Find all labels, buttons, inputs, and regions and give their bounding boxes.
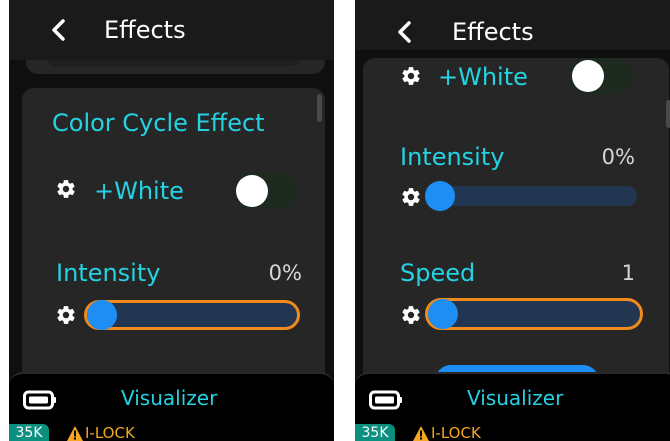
lock-status: I-LOCK: [431, 424, 481, 441]
header-bar: Effects: [355, 0, 670, 50]
lock-status: I-LOCK: [85, 424, 135, 441]
color-cycle-card: Color Cycle Effect +White Intensity 0%: [22, 88, 325, 408]
toggle-knob: [236, 175, 268, 207]
gear-icon: [402, 67, 420, 85]
color-cycle-card: +White Intensity 0% Speed 1: [363, 58, 670, 408]
battery-icon: [369, 390, 402, 410]
intensity-slider[interactable]: [425, 181, 637, 211]
header-bar: Effects: [9, 0, 334, 60]
intensity-value: 0%: [601, 145, 635, 169]
gear-icon: [402, 188, 420, 206]
warning-icon: [67, 426, 83, 441]
section-title: Color Cycle Effect: [52, 109, 265, 137]
color-temp-badge: 35K: [355, 424, 395, 441]
gear-icon: [57, 306, 75, 324]
page-title: Effects: [452, 18, 534, 46]
scrollbar-thumb[interactable]: [666, 100, 670, 128]
white-toggle-switch[interactable]: [569, 58, 635, 94]
chevron-left-icon[interactable]: [393, 20, 417, 44]
effects-screen-right: +White Intensity 0% Speed 1 Effects Visu…: [355, 0, 670, 441]
warning-icon: [413, 426, 429, 441]
speed-label: Speed: [400, 259, 476, 287]
white-toggle-label: +White: [438, 63, 528, 91]
color-temp-badge: 35K: [9, 424, 49, 441]
intensity-label: Intensity: [400, 143, 505, 171]
mode-title: Visualizer: [467, 386, 564, 410]
intensity-slider-knob[interactable]: [87, 300, 117, 330]
scrollbar-thumb[interactable]: [317, 94, 322, 122]
speed-value: 1: [621, 261, 635, 285]
white-toggle-switch[interactable]: [233, 173, 299, 209]
battery-icon: [23, 390, 56, 410]
gear-icon: [402, 306, 420, 324]
effects-screen-left: Effects Color Cycle Effect +White Intens…: [9, 0, 334, 441]
page-title: Effects: [104, 16, 186, 44]
speed-slider[interactable]: [425, 298, 643, 330]
chevron-left-icon[interactable]: [47, 18, 71, 42]
intensity-slider[interactable]: [84, 300, 300, 330]
intensity-slider-knob[interactable]: [425, 181, 455, 211]
footer-bar: Visualizer 35K I-LOCK: [9, 372, 334, 441]
gear-icon: [57, 180, 75, 198]
footer-bar: Visualizer 35K I-LOCK: [355, 372, 670, 441]
intensity-value: 0%: [268, 261, 302, 285]
speed-slider-knob[interactable]: [428, 299, 458, 329]
mode-title: Visualizer: [121, 386, 218, 410]
toggle-knob: [572, 60, 604, 92]
intensity-label: Intensity: [56, 259, 161, 287]
white-toggle-label: +White: [94, 177, 184, 205]
